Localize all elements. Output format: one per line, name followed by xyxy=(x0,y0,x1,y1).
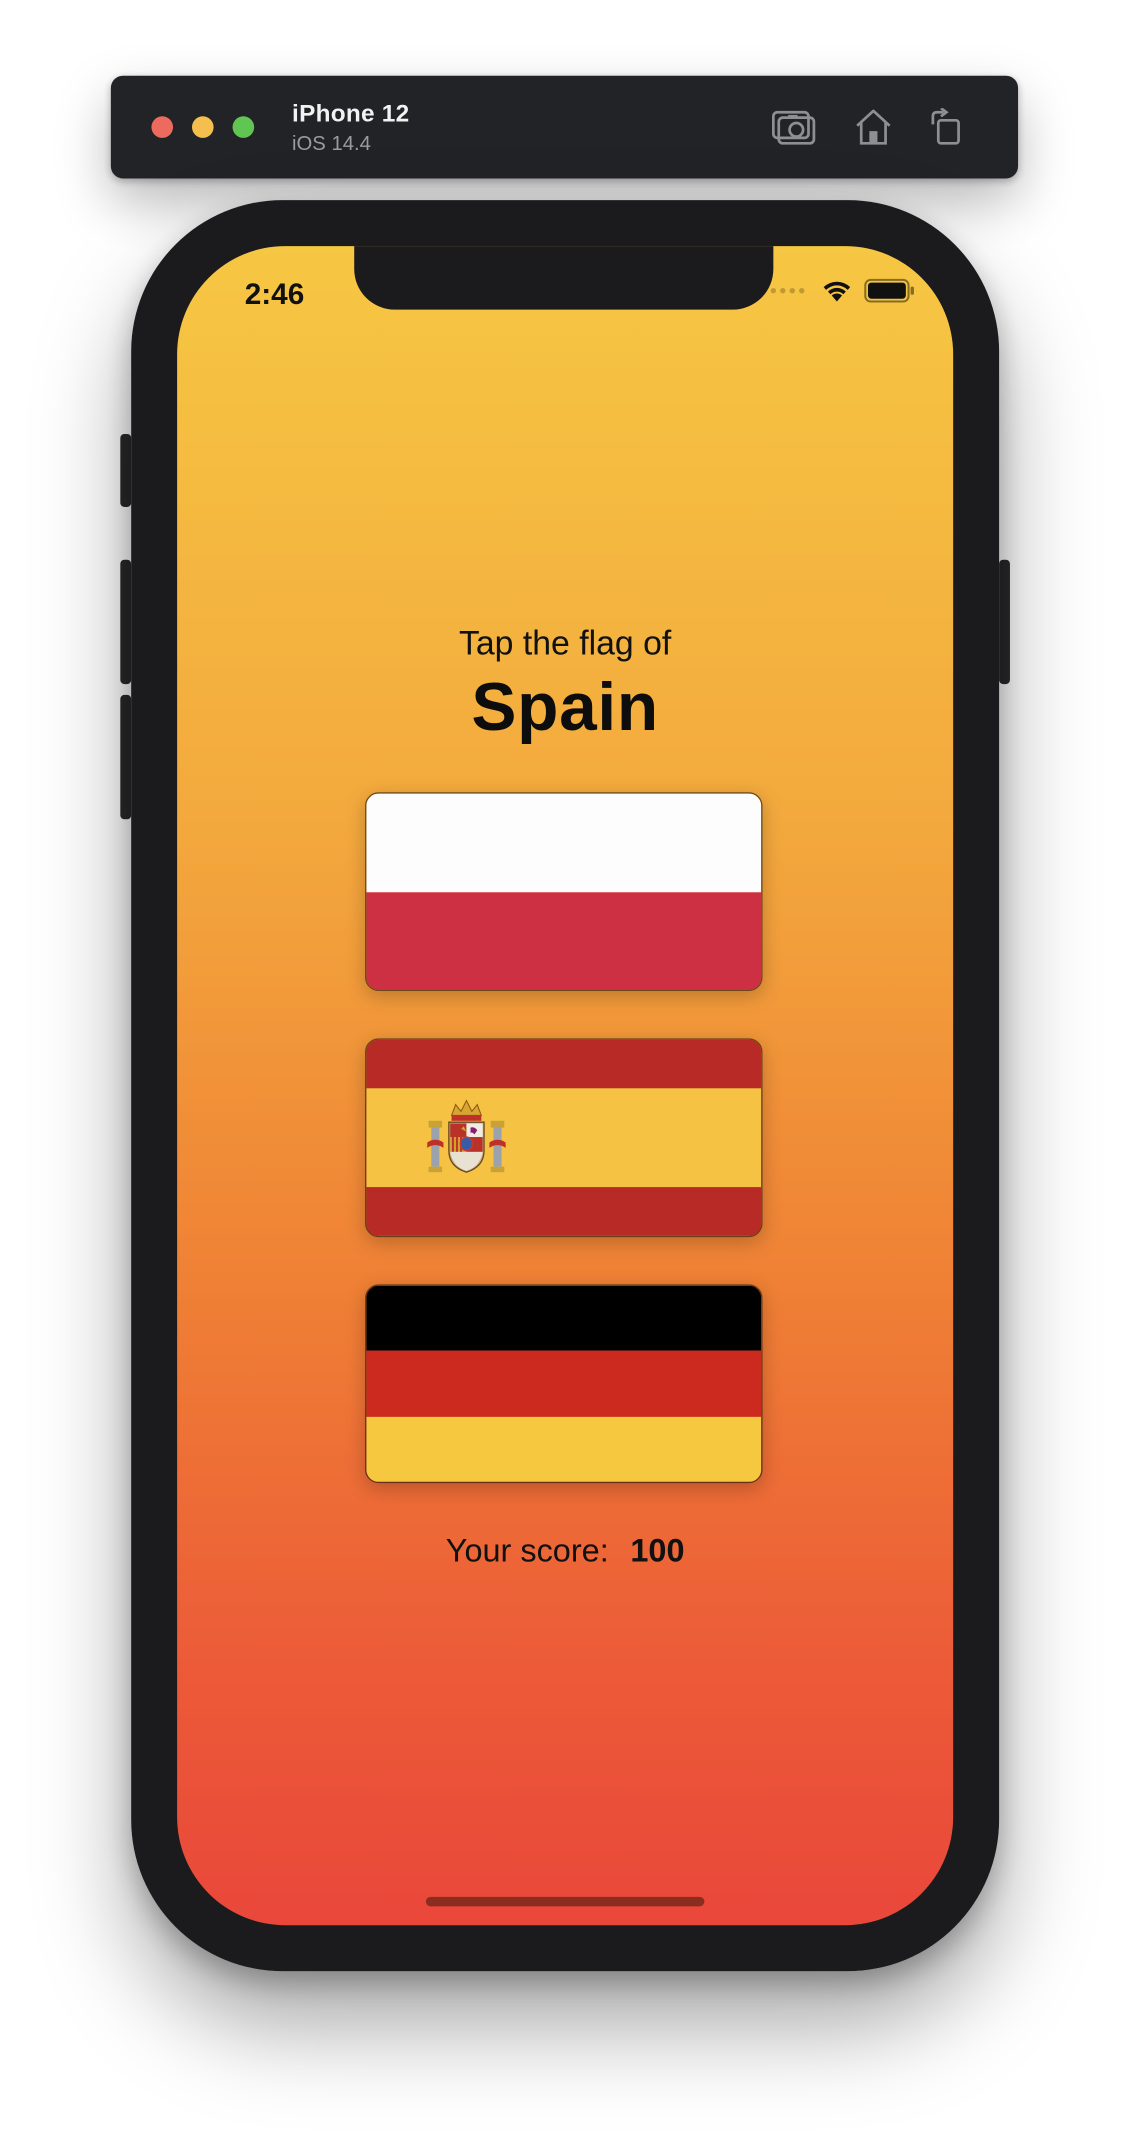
screenshot-button[interactable] xyxy=(771,105,818,148)
notch xyxy=(354,246,774,310)
volume-up-button xyxy=(120,559,132,685)
flag-button-germany[interactable] xyxy=(365,1284,763,1484)
home-icon xyxy=(856,109,891,145)
score-value: 100 xyxy=(630,1533,685,1570)
flag-button-poland[interactable] xyxy=(365,792,763,992)
battery-icon xyxy=(864,278,914,303)
flag-band xyxy=(366,1186,762,1236)
screenshot-icon xyxy=(771,110,816,145)
app-screen: 2:46 Tap the flag of Spain Your score: 1… xyxy=(177,246,954,1926)
simulator-title-bar: iPhone 12 iOS 14.4 xyxy=(110,75,1019,179)
cellular-dots-icon xyxy=(770,287,805,294)
country-name: Spain xyxy=(471,669,659,745)
flag-band xyxy=(366,1088,762,1187)
zoom-window-button[interactable] xyxy=(232,116,255,138)
flag-band xyxy=(366,891,762,990)
flag-band xyxy=(366,1285,762,1352)
rotate-icon xyxy=(931,108,960,145)
device-name: iPhone 12 xyxy=(292,100,410,128)
score-label: Your score: xyxy=(445,1533,609,1570)
power-button xyxy=(999,559,1010,685)
prompt-text: Tap the flag of xyxy=(458,624,672,663)
home-indicator[interactable] xyxy=(425,1896,705,1907)
status-icons xyxy=(770,278,916,303)
os-version: iOS 14.4 xyxy=(292,132,371,156)
minimize-window-button[interactable] xyxy=(191,116,214,138)
close-window-button[interactable] xyxy=(151,116,174,138)
mute-switch xyxy=(120,433,132,507)
flag-band xyxy=(366,1416,762,1482)
flag-band xyxy=(366,1039,762,1089)
flag-band xyxy=(366,1351,762,1417)
simulator-window: iPhone 12 iOS 14.4 2:46 Tap the flag of … xyxy=(0,0,1136,2132)
volume-down-button xyxy=(120,694,132,820)
wifi-icon xyxy=(823,281,851,302)
score-row: Your score: 100 xyxy=(177,1533,953,1571)
home-button[interactable] xyxy=(850,105,896,148)
flag-button-spain[interactable] xyxy=(365,1038,763,1238)
status-time: 2:46 xyxy=(244,277,305,311)
coat-of-arms-icon xyxy=(427,1099,506,1174)
rotate-button[interactable] xyxy=(923,105,969,148)
flag-band xyxy=(366,793,762,892)
